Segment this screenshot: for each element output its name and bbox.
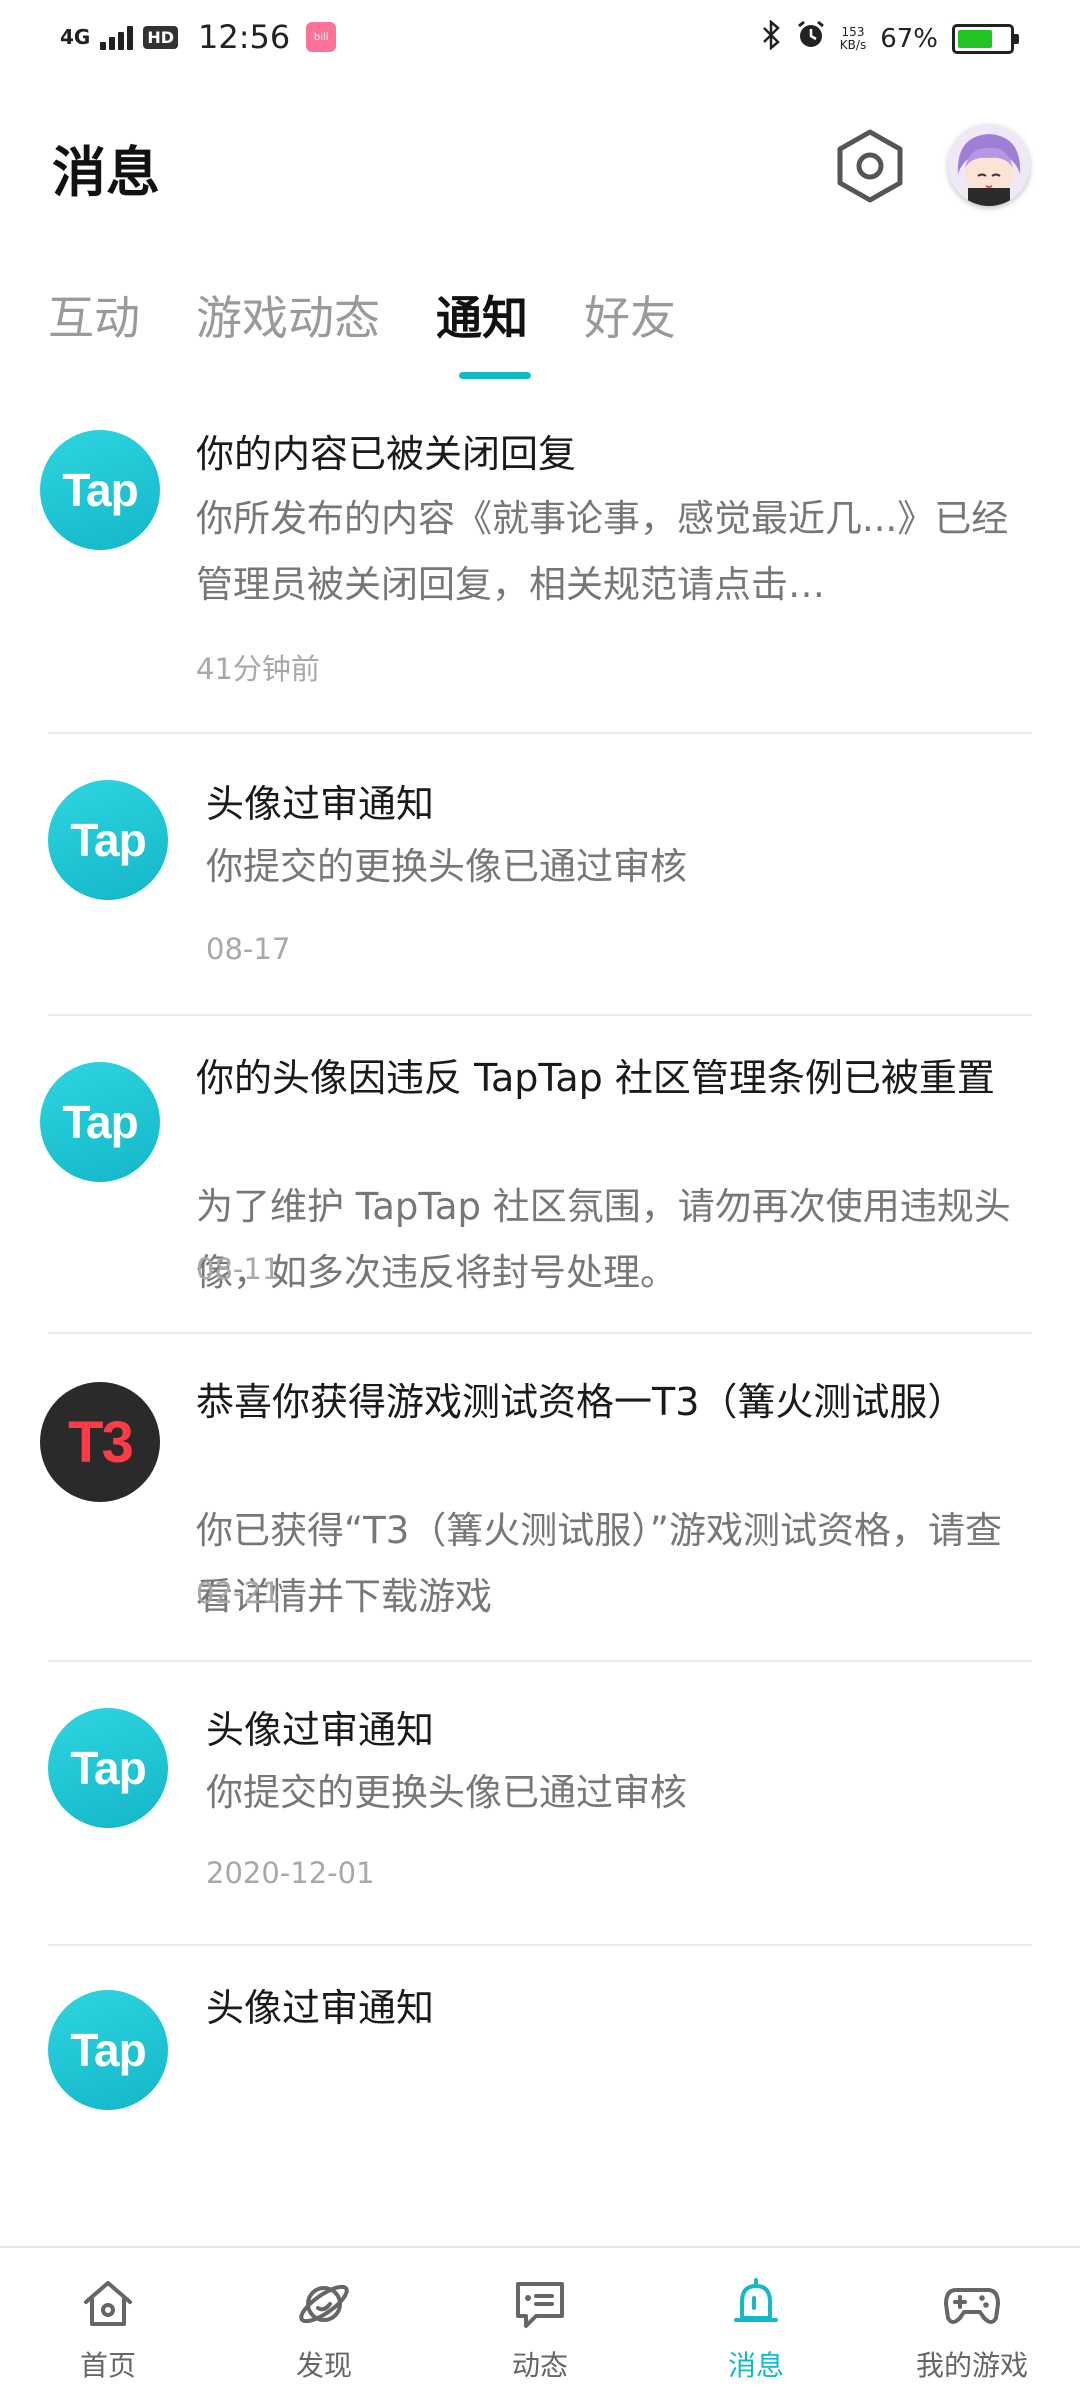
tab-2[interactable]: 通知: [436, 282, 528, 362]
battery-percent: 67%: [880, 23, 938, 54]
nav-item-4[interactable]: 我的游戏: [864, 2248, 1080, 2408]
signal-icon: [100, 24, 134, 50]
home-icon: [78, 2274, 138, 2334]
chat-bubble-icon: [510, 2274, 570, 2334]
notification-title: 头像过审通知: [206, 1708, 435, 1752]
notification-body: 你提交的更换头像已通过审核: [206, 1771, 687, 1814]
tab-0[interactable]: 互动: [48, 282, 140, 362]
planet-icon: [294, 2274, 354, 2334]
tab-1[interactable]: 游戏动态: [196, 282, 380, 362]
notification-title: 恭喜你获得游戏测试资格一T3（篝火测试服）: [196, 1380, 966, 1424]
notification-body: 你已获得“T3（篝火测试服）”游戏测试资格，请查看详情并下载游戏: [196, 1509, 1002, 1618]
network-type: 4G: [60, 25, 91, 49]
nav-item-0[interactable]: 首页: [0, 2248, 216, 2408]
list-divider: [48, 732, 1032, 734]
bottom-navigation: 首页 发现 动态 消息 我的游戏: [0, 2246, 1080, 2408]
logo-text: Tap: [70, 814, 146, 866]
notification-time: 08-17: [206, 932, 291, 966]
list-divider: [48, 1014, 1032, 1016]
list-divider: [48, 1944, 1032, 1946]
nav-label: 我的游戏: [915, 2349, 1028, 2382]
tab-3[interactable]: 好友: [584, 282, 676, 362]
taptap-logo: Tap: [48, 1990, 168, 2110]
notification-time: 2020-12-01: [206, 1856, 375, 1890]
bluetooth-icon: [760, 19, 782, 57]
page-title: 消息: [52, 141, 160, 204]
nav-label: 动态: [511, 2349, 568, 2382]
message-tabs: 互动 游戏动态 通知 好友: [48, 282, 732, 362]
taptap-logo: Tap: [40, 430, 160, 550]
notification-time: 41分钟前: [196, 652, 320, 686]
taptap-logo: Tap: [48, 780, 168, 900]
hd-badge: HD: [143, 25, 179, 49]
speed-value: 153: [841, 24, 865, 39]
logo-text: Tap: [70, 2024, 146, 2076]
notification-time: 08-11: [196, 1252, 281, 1286]
taptap-logo: Tap: [48, 1708, 168, 1828]
notification-title: 头像过审通知: [206, 1986, 435, 2030]
bell-icon: [726, 2274, 786, 2334]
settings-button[interactable]: [832, 128, 908, 204]
battery-fill: [958, 29, 992, 48]
list-divider: [48, 1660, 1032, 1662]
logo-text: Tap: [62, 464, 138, 516]
taptap-logo: Tap: [40, 1062, 160, 1182]
notification-title: 头像过审通知: [206, 782, 435, 826]
active-tab-indicator: [459, 372, 531, 379]
nav-item-3[interactable]: 消息: [648, 2248, 864, 2408]
alarm-icon: [796, 20, 826, 57]
nav-label: 发现: [295, 2349, 352, 2382]
t3-game-logo: T3: [40, 1382, 160, 1502]
nav-item-1[interactable]: 发现: [216, 2248, 432, 2408]
bilibili-notification-icon: bili: [306, 22, 337, 52]
nav-label: 首页: [79, 2349, 136, 2382]
notification-body: 为了维护 TapTap 社区氛围，请勿再次使用违规头像，如多次违反将封号处理。: [196, 1185, 1011, 1294]
notification-body: 你所发布的内容《就事论事，感觉最近几...》已经管理员被关闭回复，相关规范请点击…: [196, 497, 1009, 606]
network-speed: 153 KB/s: [839, 24, 867, 52]
notification-body: 你提交的更换头像已通过审核: [206, 845, 687, 888]
notification-title: 你的内容已被关闭回复: [196, 432, 577, 476]
nav-label: 消息: [727, 2349, 784, 2382]
logo-text: Tap: [62, 1096, 138, 1148]
battery-icon: [952, 23, 1019, 54]
speed-unit: KB/s: [839, 37, 867, 52]
nav-item-2[interactable]: 动态: [432, 2248, 648, 2408]
gamepad-icon: [942, 2274, 1002, 2334]
settings-hexagon-icon: [837, 129, 903, 203]
status-bar: 4G HD 12:56 bili 153 KB/s 67%: [0, 0, 1080, 80]
list-divider: [48, 1332, 1032, 1334]
user-avatar[interactable]: [948, 124, 1030, 206]
logo-text: Tap: [70, 1742, 146, 1794]
notification-time: 02-21: [196, 1576, 281, 1610]
clock: 12:56: [198, 18, 291, 56]
notification-title: 你的头像因违反 TapTap 社区管理条例已被重置: [196, 1056, 995, 1100]
logo-text: T3: [68, 1409, 134, 1475]
